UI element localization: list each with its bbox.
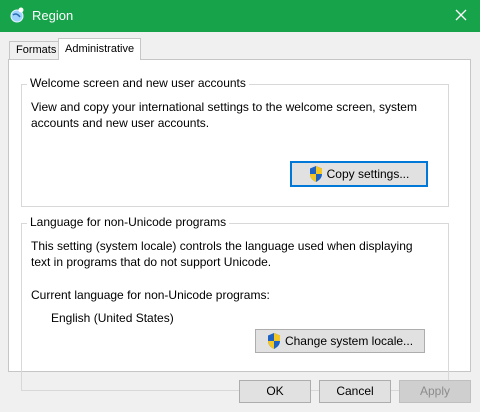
uac-shield-icon <box>267 333 280 349</box>
non-unicode-description-line1: This setting (system locale) controls th… <box>31 239 413 253</box>
copy-settings-label: Copy settings... <box>326 167 410 181</box>
change-system-locale-label: Change system locale... <box>284 334 414 348</box>
apply-button[interactable]: Apply <box>399 380 471 403</box>
non-unicode-group: Language for non-Unicode programs This s… <box>21 215 449 391</box>
administrative-panel: Welcome screen and new user accounts Vie… <box>8 59 471 391</box>
region-globe-icon <box>10 7 24 23</box>
welcome-group-title: Welcome screen and new user accounts <box>27 76 249 90</box>
welcome-description-line2: accounts and new user accounts. <box>31 116 210 130</box>
current-language-value: English (United States) <box>51 311 174 325</box>
dialog-body: Formats Administrative Welcome screen an… <box>0 32 480 412</box>
tab-formats[interactable]: Formats <box>9 41 64 59</box>
copy-settings-button[interactable]: Copy settings... <box>290 161 428 187</box>
non-unicode-description-line2: text in programs that do not support Uni… <box>31 255 272 269</box>
ok-button[interactable]: OK <box>239 380 311 403</box>
close-icon[interactable] <box>452 6 470 24</box>
window-title: Region <box>32 8 74 23</box>
cancel-button[interactable]: Cancel <box>319 380 391 403</box>
welcome-screen-group: Welcome screen and new user accounts Vie… <box>21 76 449 207</box>
welcome-description-line1: View and copy your international setting… <box>31 100 417 114</box>
non-unicode-group-title: Language for non-Unicode programs <box>27 215 230 229</box>
tab-administrative[interactable]: Administrative <box>58 38 142 60</box>
title-bar: Region <box>0 0 480 32</box>
current-language-label: Current language for non-Unicode program… <box>31 288 270 302</box>
uac-shield-icon <box>309 166 322 182</box>
change-system-locale-button[interactable]: Change system locale... <box>255 329 425 353</box>
